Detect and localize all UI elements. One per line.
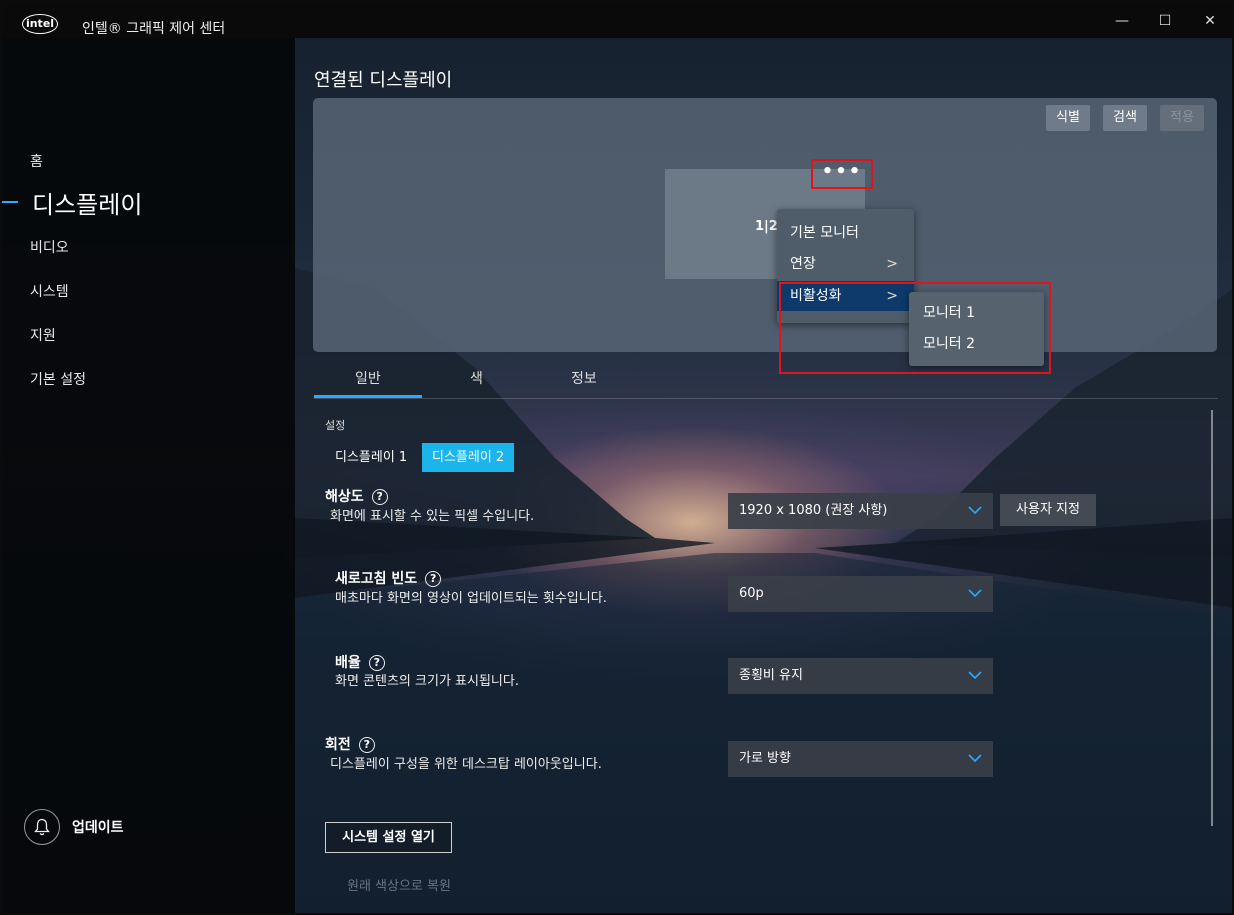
scrollbar[interactable] — [1211, 410, 1213, 826]
sidebar-item-preferences[interactable]: 기본 설정 — [30, 369, 86, 389]
scaling-dropdown[interactable]: 종횡비 유지 — [728, 658, 993, 694]
intel-logo: intel — [22, 14, 58, 34]
chevron-down-icon — [968, 671, 982, 680]
help-icon[interactable]: ? — [371, 489, 388, 505]
annotation-highlight-box — [779, 282, 1051, 374]
rotation-title-text: 회전 — [325, 737, 351, 753]
restore-colors-link[interactable]: 원래 색상으로 복원 — [347, 875, 451, 894]
scaling-desc: 화면 콘텐츠의 크기가 표시됩니다. — [335, 674, 519, 689]
resolution-title: 해상도? — [325, 486, 388, 506]
scaling-value: 종횡비 유지 — [739, 668, 803, 683]
sidebar-item-system[interactable]: 시스템 — [30, 281, 69, 301]
tab-divider — [314, 398, 1218, 399]
help-icon[interactable]: ? — [368, 655, 385, 671]
chevron-down-icon — [968, 506, 982, 515]
bell-icon[interactable] — [24, 809, 60, 845]
help-icon[interactable]: ? — [358, 737, 375, 753]
sidebar-item-home[interactable]: 홈 — [30, 151, 43, 171]
sidebar: 홈 디스플레이 비디오 시스템 지원 기본 설정 — [2, 38, 295, 913]
monitor-tile-label: 1|2 — [755, 219, 778, 234]
title-bar: intel 인텔® 그래픽 제어 센터 — ☐ ✕ — [2, 2, 1232, 38]
update-label[interactable]: 업데이트 — [72, 817, 124, 837]
page-title: 연결된 디스플레이 — [314, 70, 453, 91]
close-button[interactable]: ✕ — [1199, 10, 1221, 32]
tab-general[interactable]: 일반 — [355, 368, 381, 388]
sidebar-item-support[interactable]: 지원 — [30, 325, 56, 345]
settings-label: 설정 — [325, 419, 346, 432]
menu-item-label: 연장 — [790, 256, 816, 272]
scaling-title-text: 배율 — [335, 655, 361, 671]
maximize-button[interactable]: ☐ — [1154, 10, 1176, 32]
resolution-title-text: 해상도 — [325, 489, 364, 505]
apply-button[interactable]: 적용 — [1160, 105, 1204, 131]
custom-resolution-button[interactable]: 사용자 지정 — [1000, 494, 1096, 526]
refresh-title-text: 새로고침 빈도 — [335, 571, 418, 587]
detect-button[interactable]: 검색 — [1103, 105, 1147, 131]
more-options-button[interactable]: ••• — [811, 159, 873, 189]
menu-item-extend[interactable]: 연장 > — [777, 249, 914, 279]
sidebar-item-display[interactable]: 디스플레이 — [32, 185, 142, 220]
refresh-title: 새로고침 빈도? — [335, 568, 442, 588]
display-1-button[interactable]: 디스플레이 1 — [325, 443, 417, 472]
rotation-value: 가로 방향 — [739, 751, 791, 766]
resolution-value: 1920 x 1080 (권장 사항) — [739, 503, 888, 518]
chevron-down-icon — [968, 754, 982, 763]
display-2-button[interactable]: 디스플레이 2 — [422, 443, 515, 472]
menu-item-primary-monitor[interactable]: 기본 모니터 — [777, 218, 914, 248]
app-window: intel 인텔® 그래픽 제어 센터 — ☐ ✕ 홈 디스플레이 비디오 시스… — [0, 0, 1234, 915]
resolution-desc: 화면에 표시할 수 있는 픽셀 수입니다. — [330, 509, 535, 524]
refresh-value: 60p — [739, 586, 764, 601]
rotation-desc: 디스플레이 구성을 위한 데스크탑 레이아웃입니다. — [330, 757, 602, 772]
chevron-right-icon: > — [886, 256, 898, 272]
refresh-desc: 매초마다 화면의 영상이 업데이트되는 횟수입니다. — [335, 591, 607, 606]
rotation-title: 회전? — [325, 734, 375, 754]
refresh-rate-dropdown[interactable]: 60p — [728, 576, 993, 612]
tab-color[interactable]: 색 — [470, 368, 483, 388]
bell-glyph — [34, 818, 50, 836]
active-nav-marker — [2, 201, 18, 203]
chevron-down-icon — [968, 589, 982, 598]
menu-item-label: 기본 모니터 — [790, 225, 859, 241]
app-title: 인텔® 그래픽 제어 센터 — [82, 21, 226, 37]
tab-info[interactable]: 정보 — [571, 368, 597, 388]
help-icon[interactable]: ? — [425, 571, 442, 587]
open-system-settings-button[interactable]: 시스템 설정 열기 — [325, 822, 452, 853]
rotation-dropdown[interactable]: 가로 방향 — [728, 741, 993, 777]
sidebar-item-video[interactable]: 비디오 — [30, 237, 69, 257]
resolution-dropdown[interactable]: 1920 x 1080 (권장 사항) — [728, 493, 993, 529]
identify-button[interactable]: 식별 — [1046, 105, 1090, 131]
scaling-title: 배율? — [335, 652, 385, 672]
minimize-button[interactable]: — — [1111, 10, 1133, 32]
